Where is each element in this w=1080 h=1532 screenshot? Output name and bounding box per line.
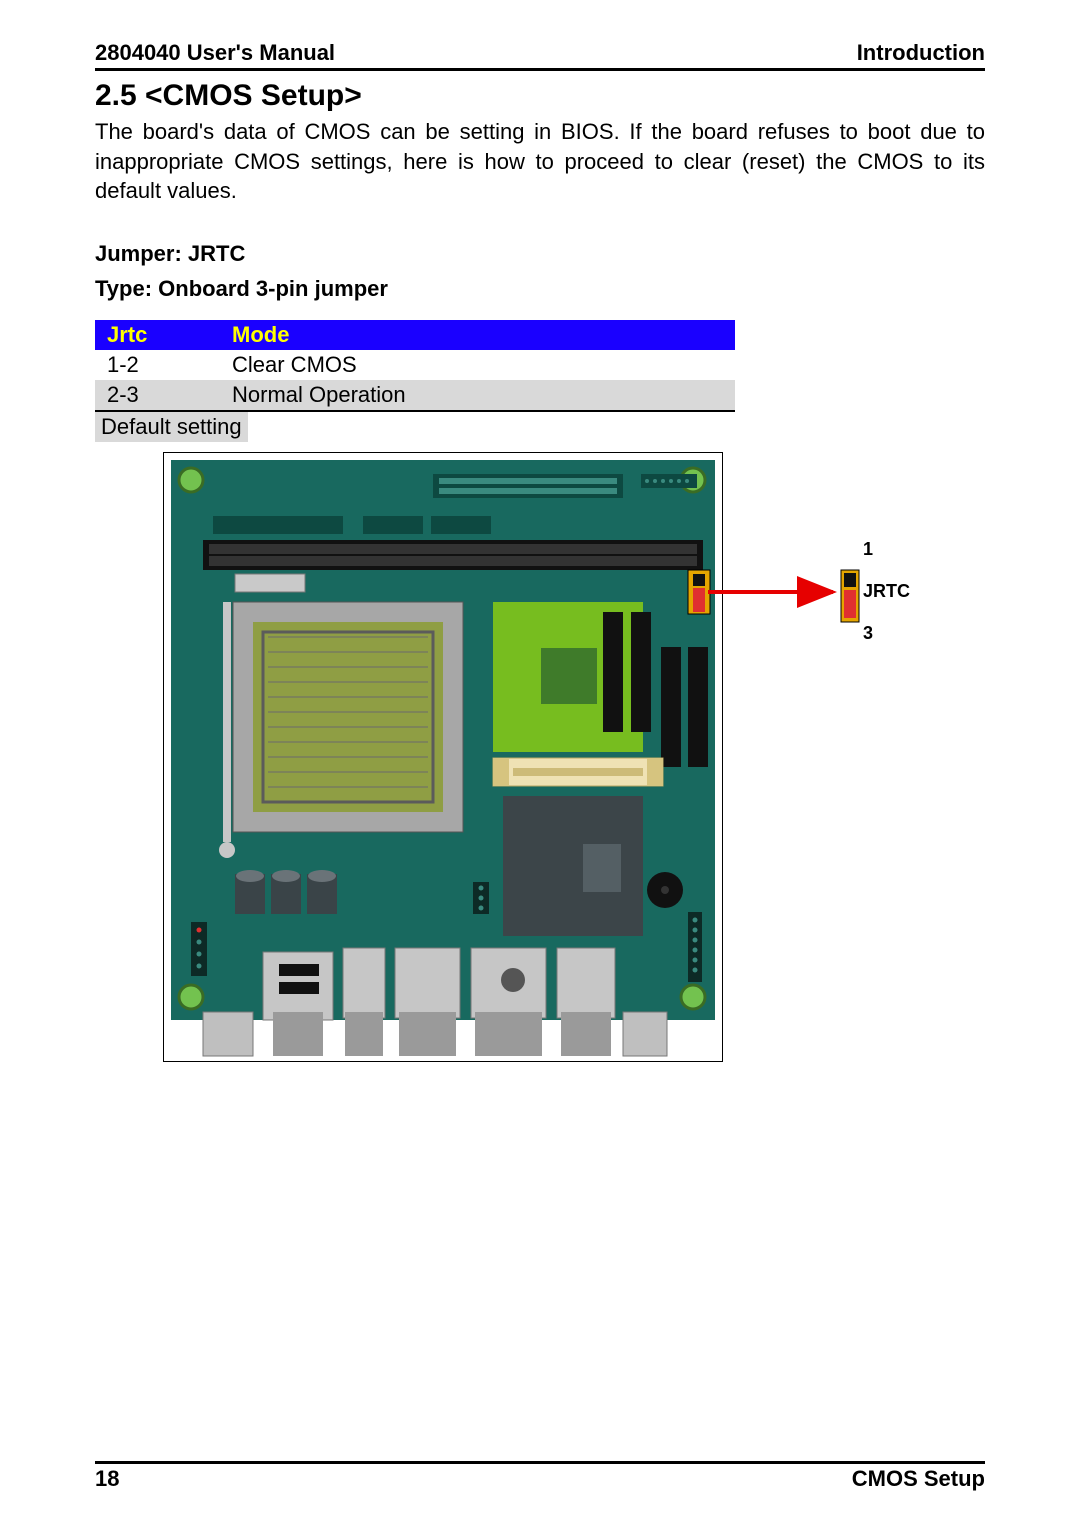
callout-arrow	[703, 568, 873, 628]
cell-mode: Normal Operation	[220, 380, 735, 411]
default-setting-label: Default setting	[95, 412, 248, 442]
section-title: 2.5 <CMOS Setup>	[95, 79, 985, 113]
motherboard-svg	[163, 452, 723, 1062]
cell-mode: Clear CMOS	[220, 350, 735, 380]
callout-pin1: 1	[863, 540, 910, 558]
table-header-jrtc: Jrtc	[95, 320, 220, 350]
callout-pin3: 3	[863, 624, 910, 642]
page-header: 2804040 User's Manual Introduction	[95, 40, 985, 71]
page-footer: 18 CMOS Setup	[95, 1461, 985, 1492]
body-paragraph: The board's data of CMOS can be setting …	[95, 117, 985, 206]
board-diagram: 1 JRTC 3	[95, 452, 985, 1082]
header-left: 2804040 User's Manual	[95, 40, 335, 66]
jumper-label: Jumper: JRTC	[95, 236, 985, 271]
table-header-mode: Mode	[220, 320, 735, 350]
cell-jrtc: 2-3	[95, 380, 220, 411]
jrtc-table: Jrtc Mode 1-2 Clear CMOS 2-3 Normal Oper…	[95, 320, 735, 412]
callout-labels: 1 JRTC 3	[863, 540, 910, 642]
header-right: Introduction	[857, 40, 985, 66]
footer-left: 18	[95, 1466, 119, 1492]
cell-jrtc: 1-2	[95, 350, 220, 380]
jumper-info: Jumper: JRTC Type: Onboard 3-pin jumper	[95, 236, 985, 306]
footer-right: CMOS Setup	[852, 1466, 985, 1492]
table-row: 2-3 Normal Operation	[95, 380, 735, 411]
table-row: 1-2 Clear CMOS	[95, 350, 735, 380]
type-label: Type: Onboard 3-pin jumper	[95, 271, 985, 306]
callout-jrtc: JRTC	[863, 582, 910, 600]
